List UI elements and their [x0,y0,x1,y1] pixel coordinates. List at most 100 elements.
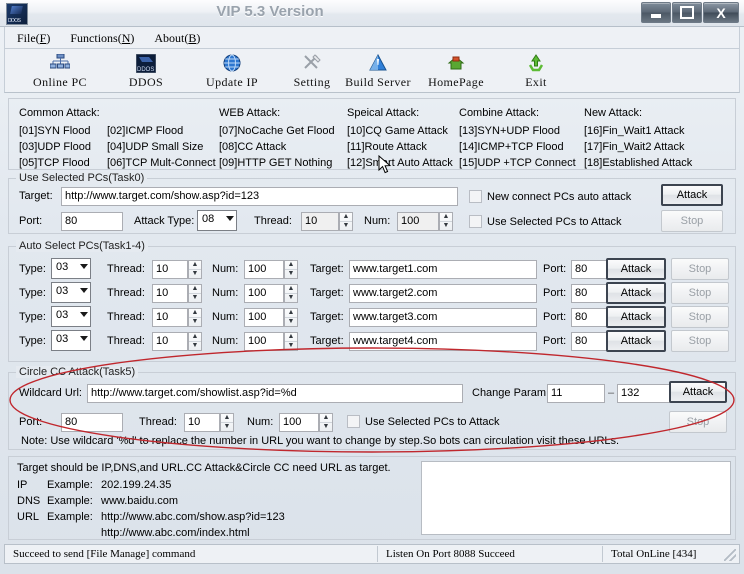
task5-use-selected-checkbox[interactable]: Use Selected PCs to Attack [347,415,500,428]
row-stop-button[interactable]: Stop [671,282,729,304]
spinner-down-icon[interactable]: ▼ [221,422,233,431]
task5-attack-button[interactable]: Attack [669,381,727,403]
task5-thread-input[interactable]: 10 [184,413,220,432]
row-num-input[interactable]: 100 [244,332,284,351]
spinner-down-icon[interactable]: ▼ [440,221,452,230]
menu-item-functions[interactable]: Functions(N) [66,30,138,47]
attack-item[interactable]: [15]UDP +TCP Connect [459,157,576,169]
task5-port-input[interactable]: 80 [61,413,123,432]
toolbar-button-exit[interactable]: Exit [493,52,579,90]
attack-item[interactable]: [02]ICMP Flood [107,125,183,137]
toolbar-button-homepage[interactable]: HomePage [413,52,499,90]
task0-use-selected-checkbox[interactable]: Use Selected PCs to Attack [469,215,622,228]
attack-item[interactable]: [13]SYN+UDP Flood [459,125,560,137]
row-thread-input[interactable]: 10 [152,260,188,279]
attack-item[interactable]: [12]Smart Auto Attack [347,157,453,169]
row-num-input[interactable]: 100 [244,260,284,279]
row-thread-input[interactable]: 10 [152,284,188,303]
spinner-up-icon[interactable]: ▲ [189,309,201,317]
spinner-up-icon[interactable]: ▲ [440,213,452,221]
row-num-spinner[interactable]: ▲ ▼ [284,260,298,279]
spinner-down-icon[interactable]: ▼ [320,422,332,431]
task0-stop-button[interactable]: Stop [661,210,723,232]
attack-item[interactable]: [06]TCP Mult-Connect [107,157,216,169]
checkbox-box[interactable] [347,415,360,428]
close-button[interactable]: X [703,2,739,23]
task5-num-input[interactable]: 100 [279,413,319,432]
spinner-down-icon[interactable]: ▼ [189,293,201,302]
attack-item[interactable]: [14]ICMP+TCP Flood [459,141,564,153]
resize-grip[interactable] [724,549,736,561]
row-type-select[interactable]: 03 [51,258,91,279]
task0-attack-button[interactable]: Attack [661,184,723,206]
toolbar-button-ddos[interactable]: DDOS DDOS [103,52,189,90]
row-thread-spinner[interactable]: ▲ ▼ [188,284,202,303]
task0-attack-type-select[interactable]: 08 [197,210,237,231]
spinner-up-icon[interactable]: ▲ [285,261,297,269]
toolbar-button-build-server[interactable]: Build Server [335,52,421,90]
row-stop-button[interactable]: Stop [671,330,729,352]
row-thread-spinner[interactable]: ▲ ▼ [188,332,202,351]
attack-item[interactable]: [08]CC Attack [219,141,286,153]
spinner-down-icon[interactable]: ▼ [285,317,297,326]
spinner-down-icon[interactable]: ▼ [285,341,297,350]
task5-num-spinner[interactable]: ▲ ▼ [319,413,333,432]
toolbar-button-update-ip[interactable]: Update IP [189,52,275,90]
attack-item[interactable]: [09]HTTP GET Nothing [219,157,332,169]
task5-change-param-to-input[interactable]: 132 [617,384,675,403]
spinner-up-icon[interactable]: ▲ [340,213,352,221]
attack-item[interactable]: [03]UDP Flood [19,139,107,155]
row-stop-button[interactable]: Stop [671,306,729,328]
spinner-down-icon[interactable]: ▼ [285,269,297,278]
attack-item[interactable]: [17]Fin_Wait2 Attack [584,141,684,153]
attack-item[interactable]: [04]UDP Small Size [107,141,203,153]
task5-thread-spinner[interactable]: ▲ ▼ [220,413,234,432]
row-target-input[interactable]: www.target3.com [349,308,537,327]
spinner-up-icon[interactable]: ▲ [189,285,201,293]
row-target-input[interactable]: www.target2.com [349,284,537,303]
spinner-up-icon[interactable]: ▲ [285,285,297,293]
spinner-up-icon[interactable]: ▲ [189,261,201,269]
row-attack-button[interactable]: Attack [606,258,666,280]
spinner-down-icon[interactable]: ▼ [189,317,201,326]
log-textarea[interactable] [421,461,731,535]
row-thread-spinner[interactable]: ▲ ▼ [188,308,202,327]
checkbox-box[interactable] [469,215,482,228]
attack-item[interactable]: [01]SYN Flood [19,123,107,139]
task0-thread-spinner[interactable]: ▲ ▼ [339,212,353,231]
task5-stop-button[interactable]: Stop [669,411,727,433]
row-thread-input[interactable]: 10 [152,308,188,327]
maximize-button[interactable] [672,2,702,23]
attack-item[interactable]: [05]TCP Flood [19,155,107,171]
row-num-spinner[interactable]: ▲ ▼ [284,332,298,351]
task0-new-connect-checkbox[interactable]: New connect PCs auto attack [469,190,631,203]
spinner-up-icon[interactable]: ▲ [221,414,233,422]
spinner-down-icon[interactable]: ▼ [189,341,201,350]
row-thread-spinner[interactable]: ▲ ▼ [188,260,202,279]
menu-item-about[interactable]: About(B) [150,30,204,47]
attack-item[interactable]: [18]Established Attack [584,157,692,169]
menu-item-file[interactable]: File(F) [13,30,54,47]
checkbox-box[interactable] [469,190,482,203]
row-attack-button[interactable]: Attack [606,282,666,304]
row-type-select[interactable]: 03 [51,330,91,351]
task0-num-spinner[interactable]: ▲ ▼ [439,212,453,231]
row-type-select[interactable]: 03 [51,282,91,303]
spinner-down-icon[interactable]: ▼ [189,269,201,278]
row-num-input[interactable]: 100 [244,308,284,327]
row-stop-button[interactable]: Stop [671,258,729,280]
task0-port-input[interactable]: 80 [61,212,123,231]
toolbar-button-online-pc[interactable]: Online PC [17,52,103,90]
spinner-up-icon[interactable]: ▲ [285,333,297,341]
spinner-up-icon[interactable]: ▲ [189,333,201,341]
task0-num-input[interactable]: 100 [397,212,439,231]
attack-item[interactable]: [10]CQ Game Attack [347,125,448,137]
row-thread-input[interactable]: 10 [152,332,188,351]
row-attack-button[interactable]: Attack [606,330,666,352]
row-num-spinner[interactable]: ▲ ▼ [284,308,298,327]
row-attack-button[interactable]: Attack [606,306,666,328]
row-type-select[interactable]: 03 [51,306,91,327]
row-num-spinner[interactable]: ▲ ▼ [284,284,298,303]
task0-thread-input[interactable]: 10 [301,212,339,231]
row-target-input[interactable]: www.target4.com [349,332,537,351]
